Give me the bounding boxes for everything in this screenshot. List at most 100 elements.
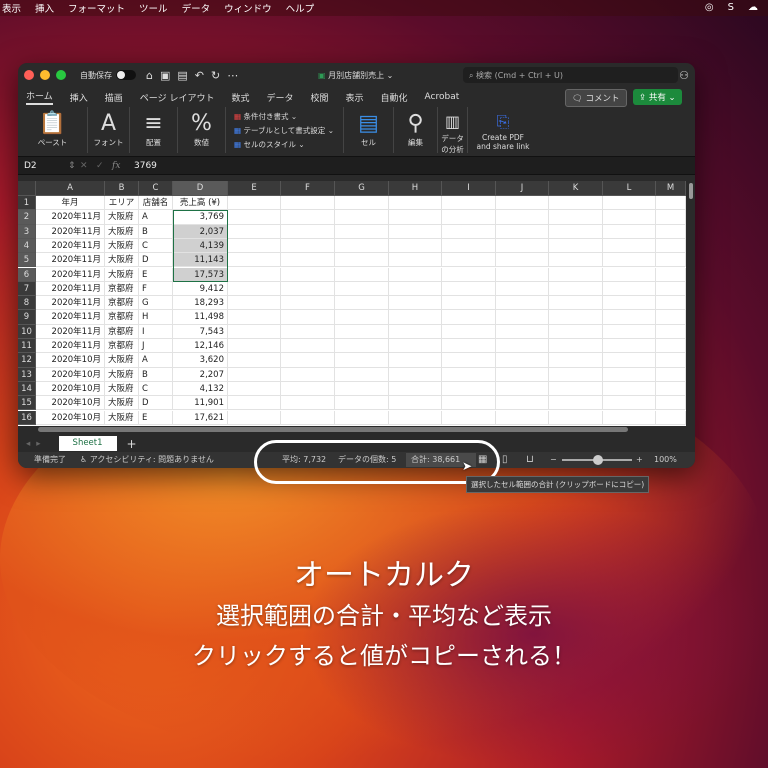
- cell[interactable]: [228, 210, 281, 225]
- cell[interactable]: [228, 296, 281, 311]
- cell[interactable]: [281, 310, 335, 325]
- cell[interactable]: 京都府: [105, 339, 139, 354]
- zoom-slider[interactable]: [562, 455, 632, 465]
- paste-group[interactable]: 📋 ペースト: [18, 107, 88, 153]
- cell[interactable]: E: [139, 410, 173, 425]
- cell[interactable]: A: [139, 210, 173, 225]
- s-icon[interactable]: S: [728, 2, 734, 13]
- cell[interactable]: [496, 238, 549, 254]
- cell[interactable]: 2020年11月: [36, 238, 105, 254]
- row-header[interactable]: 9: [18, 310, 36, 325]
- cell[interactable]: [496, 267, 549, 282]
- cell[interactable]: [496, 410, 549, 425]
- cell[interactable]: [335, 281, 389, 297]
- cell[interactable]: 大阪府: [105, 381, 139, 397]
- cell[interactable]: 2020年10月: [36, 396, 105, 411]
- cell[interactable]: [281, 238, 335, 254]
- column-header[interactable]: I: [442, 181, 496, 196]
- cell[interactable]: 2020年10月: [36, 367, 105, 382]
- cell[interactable]: 2020年11月: [36, 324, 105, 339]
- zoom-in-button[interactable]: +: [636, 455, 643, 465]
- cell[interactable]: [496, 367, 549, 382]
- cell[interactable]: [656, 339, 686, 354]
- row-header[interactable]: 6: [18, 267, 36, 282]
- cell[interactable]: [281, 210, 335, 225]
- cell[interactable]: [228, 353, 281, 368]
- cell[interactable]: A: [139, 353, 173, 368]
- cell[interactable]: [389, 324, 442, 339]
- cell[interactable]: [549, 310, 603, 325]
- header-cell[interactable]: [549, 196, 603, 211]
- cell[interactable]: D: [139, 396, 173, 411]
- creative-cloud-icon[interactable]: ◎: [705, 2, 714, 13]
- cell[interactable]: [281, 410, 335, 425]
- cell[interactable]: [656, 210, 686, 225]
- cell[interactable]: [656, 296, 686, 311]
- cell[interactable]: D: [139, 253, 173, 268]
- cell[interactable]: [603, 281, 656, 297]
- row-header[interactable]: 8: [18, 296, 36, 311]
- align-button[interactable]: ≡ 配置: [130, 107, 178, 153]
- cell[interactable]: [442, 310, 496, 325]
- header-cell[interactable]: 店舗名: [139, 196, 173, 211]
- cell[interactable]: [549, 353, 603, 368]
- header-cell[interactable]: 売上高 (¥): [173, 196, 228, 211]
- cell[interactable]: [389, 296, 442, 311]
- zoom-out-button[interactable]: −: [550, 455, 557, 465]
- cell[interactable]: [281, 224, 335, 239]
- document-title[interactable]: ▣ 月別店舗別売上 ⌄: [318, 70, 393, 81]
- cell[interactable]: 大阪府: [105, 267, 139, 282]
- cell[interactable]: 17,621: [173, 410, 228, 425]
- cell[interactable]: [656, 324, 686, 339]
- cell[interactable]: [281, 267, 335, 282]
- tab-sheet1[interactable]: Sheet1: [58, 436, 117, 451]
- cell[interactable]: [496, 310, 549, 325]
- number-button[interactable]: % 数値: [178, 107, 226, 153]
- tab-7[interactable]: 表示: [346, 91, 364, 104]
- cell[interactable]: [389, 381, 442, 397]
- cell[interactable]: [389, 210, 442, 225]
- cell[interactable]: [389, 353, 442, 368]
- formula-input[interactable]: 3769: [134, 161, 157, 171]
- cell[interactable]: [496, 396, 549, 411]
- cell[interactable]: [335, 310, 389, 325]
- minimize-button[interactable]: [40, 70, 50, 80]
- cell[interactable]: 2020年10月: [36, 353, 105, 368]
- cell[interactable]: [442, 324, 496, 339]
- header-cell[interactable]: [603, 196, 656, 211]
- cell[interactable]: [496, 381, 549, 397]
- tab-2[interactable]: 描画: [105, 91, 123, 104]
- tab-6[interactable]: 校閲: [310, 91, 328, 104]
- cell[interactable]: [389, 310, 442, 325]
- tab-0[interactable]: ホーム: [26, 89, 53, 105]
- cell[interactable]: [442, 396, 496, 411]
- cell[interactable]: [549, 410, 603, 425]
- cell[interactable]: [603, 353, 656, 368]
- column-header[interactable]: B: [105, 181, 139, 196]
- cell[interactable]: 18,293: [173, 296, 228, 311]
- cell[interactable]: [549, 238, 603, 254]
- column-header[interactable]: G: [335, 181, 389, 196]
- cell[interactable]: [442, 339, 496, 354]
- cell-style-button[interactable]: ▦ セルのスタイル ⌄: [234, 139, 305, 150]
- cell[interactable]: [496, 224, 549, 239]
- cell[interactable]: [281, 367, 335, 382]
- tab-3[interactable]: ページ レイアウト: [140, 91, 215, 104]
- row-header[interactable]: 2: [18, 210, 36, 225]
- comment-button[interactable]: 🗨 コメント: [565, 89, 627, 107]
- conditional-format-button[interactable]: ▦ 条件付き書式 ⌄: [234, 111, 297, 122]
- cell[interactable]: 大阪府: [105, 410, 139, 425]
- cell[interactable]: [549, 224, 603, 239]
- enter-icon[interactable]: ✓: [96, 161, 112, 171]
- cell[interactable]: 京都府: [105, 281, 139, 297]
- cell[interactable]: 2020年11月: [36, 253, 105, 268]
- column-header[interactable]: L: [603, 181, 656, 196]
- cell[interactable]: [335, 381, 389, 397]
- row-header[interactable]: 13: [18, 367, 36, 382]
- cell[interactable]: 2,207: [173, 367, 228, 382]
- cell[interactable]: B: [139, 367, 173, 382]
- cell[interactable]: [496, 339, 549, 354]
- cell[interactable]: [496, 296, 549, 311]
- cell[interactable]: [335, 238, 389, 254]
- create-pdf-button[interactable]: ⎘ Create PDF and share link: [468, 107, 538, 153]
